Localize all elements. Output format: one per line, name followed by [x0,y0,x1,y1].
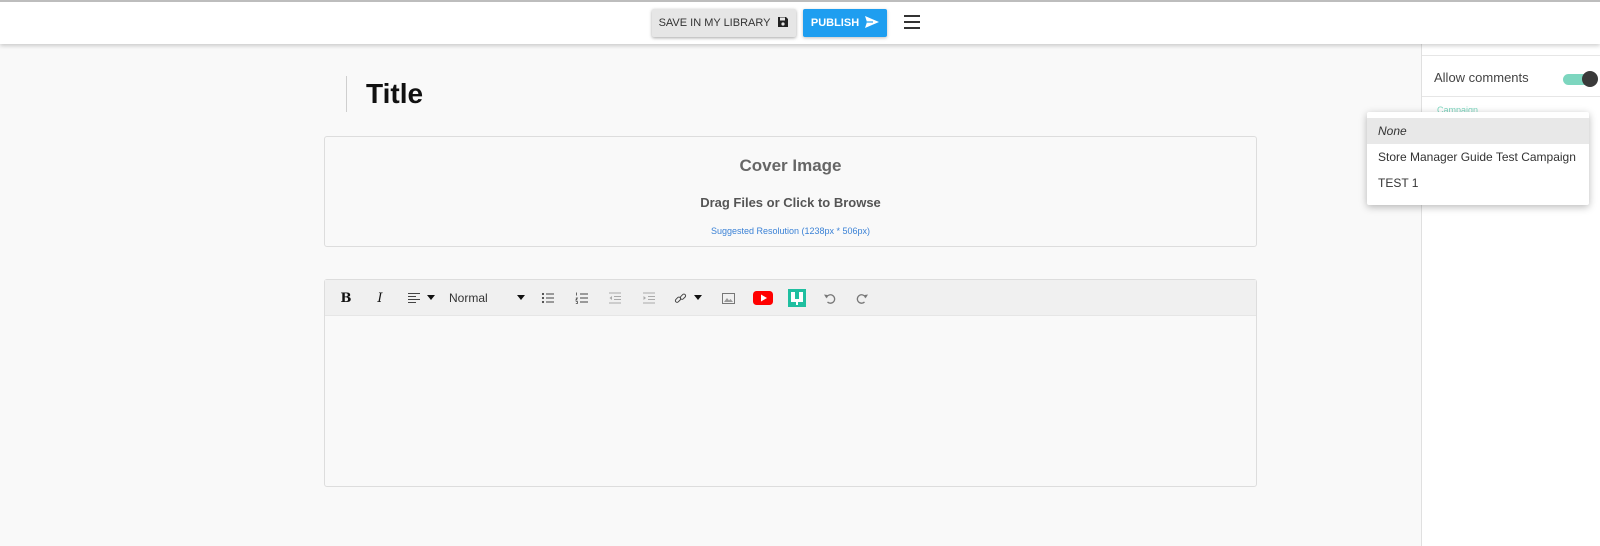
title-field[interactable]: Title [346,76,423,112]
dropdown-option-none[interactable]: None [1367,118,1589,144]
dropdown-option-store-manager-guide[interactable]: Store Manager Guide Test Campaign [1367,144,1589,170]
campaign-dropdown-menu: None Store Manager Guide Test Campaign T… [1367,112,1589,205]
outdent-icon[interactable] [607,288,623,308]
editor-toolbar: B I Normal [325,280,1256,316]
format-select-value: Normal [449,291,488,305]
align-dropdown[interactable] [404,288,438,308]
dropdown-option-test-1[interactable]: TEST 1 [1367,170,1589,196]
publish-button[interactable]: PUBLISH [803,9,887,37]
hamburger-menu-icon[interactable] [903,13,921,31]
bullet-list-icon[interactable] [540,288,556,308]
bold-icon[interactable]: B [337,288,355,308]
indent-icon[interactable] [641,288,657,308]
floppy-disk-icon [777,16,789,31]
title-placeholder: Title [366,78,424,109]
publish-label: PUBLISH [810,17,860,29]
allow-comments-label: Allow comments [1434,70,1529,85]
rich-text-editor: B I Normal [324,279,1257,487]
link-icon [674,292,687,305]
top-bar: SAVE IN MY LIBRARY PUBLISH [0,0,1600,44]
cover-image-dropzone[interactable]: Cover Image Drag Files or Click to Brows… [324,136,1257,247]
youtube-icon[interactable] [752,288,774,308]
caret-down-icon [427,295,435,301]
italic-icon[interactable]: I [371,288,389,308]
undo-icon[interactable] [821,288,837,308]
send-icon [865,15,880,31]
editor-content-area[interactable] [325,316,1256,486]
save-label: SAVE IN MY LIBRARY [658,17,771,29]
align-left-icon [407,292,421,304]
allow-comments-row: Allow comments [1422,56,1600,97]
toggle-knob [1582,71,1598,87]
numbered-list-icon[interactable] [574,288,590,308]
embed-app-icon[interactable] [787,288,807,308]
redo-icon[interactable] [854,288,870,308]
allow-comments-toggle[interactable] [1563,71,1598,87]
save-in-library-button[interactable]: SAVE IN MY LIBRARY [652,9,796,37]
suggested-resolution-hint: Suggested Resolution (1238px * 506px) [710,226,871,236]
caret-down-icon [694,295,702,301]
image-icon[interactable] [720,288,736,308]
cover-image-heading: Cover Image [739,156,842,175]
drag-files-text: Drag Files or Click to Browse [700,195,881,210]
link-dropdown[interactable] [672,288,704,308]
caret-down-icon [517,295,525,301]
format-select[interactable]: Normal [449,288,525,308]
